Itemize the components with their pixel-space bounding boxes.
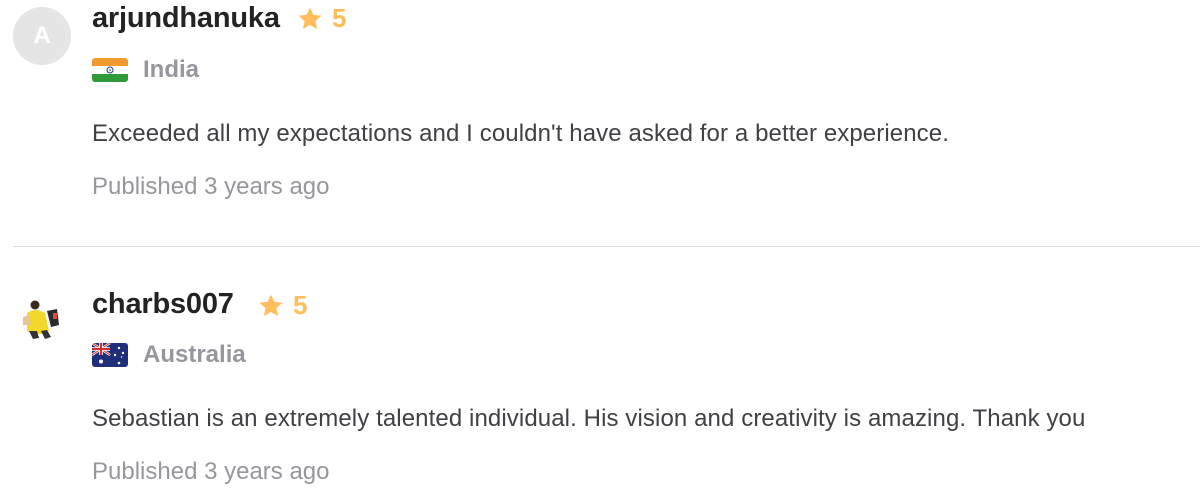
avatar-image [13,291,71,349]
star-icon [259,294,283,316]
published-date: Published 3 years ago [92,458,330,485]
reviewer-username[interactable]: arjundhanuka [92,2,280,35]
reviewer-country: Australia [92,341,246,369]
star-icon [298,7,322,29]
avatar[interactable] [13,291,71,349]
review-rating: 5 [296,3,346,34]
review-item: charbs007 5 Australia Sebastian is an ex… [0,247,1200,500]
review-text: Sebastian is an extremely talented indiv… [92,405,1086,432]
rating-value: 5 [332,3,347,33]
australia-flag-icon [92,343,128,367]
avatar[interactable]: A [13,7,71,65]
reviewer-username[interactable]: charbs007 [92,288,234,321]
avatar-initial: A [33,22,51,49]
rating-value: 5 [293,290,308,320]
review-item: A arjundhanuka 5 India Exceeded all my e… [0,0,1200,246]
reviewer-country: India [92,56,199,84]
review-rating: 5 [257,290,307,321]
review-text: Exceeded all my expectations and I could… [92,120,949,147]
india-flag-icon [92,58,128,82]
country-name: India [143,56,200,83]
country-name: Australia [143,341,246,368]
published-date: Published 3 years ago [92,173,330,200]
